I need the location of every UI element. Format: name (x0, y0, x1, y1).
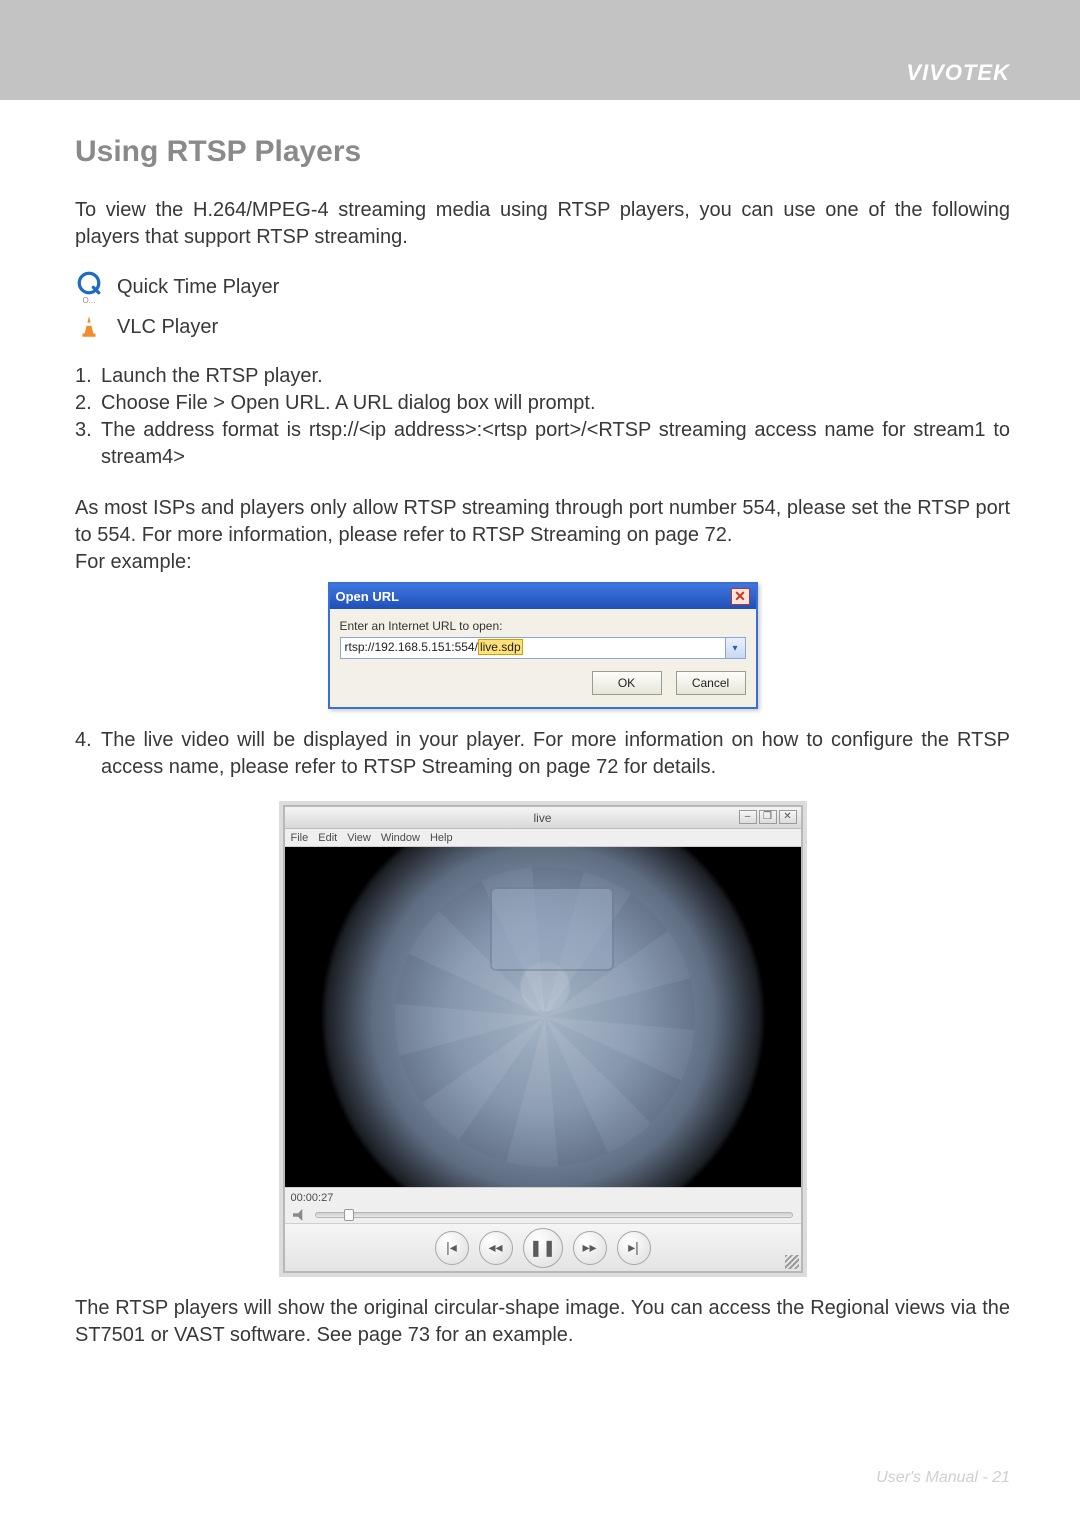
player-window-title: live (533, 811, 551, 825)
window-close-button[interactable]: ✕ (779, 810, 797, 824)
url-value-prefix: rtsp://192.168.5.151:554/ (345, 640, 478, 654)
resize-grip-icon[interactable] (785, 1255, 799, 1269)
for-example-label: For example: (75, 549, 1010, 576)
open-url-dialog-figure: Open URL ✕ Enter an Internet URL to open… (75, 582, 1010, 709)
player-video-area (285, 847, 801, 1187)
dialog-button-row: OK Cancel (340, 671, 746, 695)
page-footer: User's Manual - 21 (876, 1469, 1010, 1487)
steps-list: 1. Launch the RTSP player. 2. Choose Fil… (75, 363, 1010, 471)
menu-window[interactable]: Window (381, 832, 420, 844)
manual-page: VIVOTEK Using RTSP Players To view the H… (0, 0, 1080, 1527)
page-content: Using RTSP Players To view the H.264/MPE… (0, 100, 1080, 1349)
dialog-field-label: Enter an Internet URL to open: (340, 619, 746, 633)
window-minimize-button[interactable]: – (739, 810, 757, 824)
step-1: 1. Launch the RTSP player. (75, 363, 1010, 390)
volume-icon[interactable] (293, 1209, 307, 1221)
skip-forward-button[interactable]: ▸| (617, 1231, 651, 1265)
open-url-dialog: Open URL ✕ Enter an Internet URL to open… (328, 582, 758, 709)
player-seekbar-row (285, 1207, 801, 1223)
dialog-body: Enter an Internet URL to open: rtsp://19… (330, 609, 756, 707)
player-row-quicktime: O... Quick Time Player (75, 269, 1010, 305)
intro-paragraph: To view the H.264/MPEG-4 streaming media… (75, 197, 1010, 251)
quicktime-icon-sub: O... (83, 297, 96, 305)
player-row-vlc: VLC Player (75, 313, 1010, 341)
seek-track[interactable] (315, 1212, 793, 1218)
step-2: 2. Choose File > Open URL. A URL dialog … (75, 390, 1010, 417)
step-4: 4. The live video will be displayed in y… (75, 727, 1010, 781)
menu-view[interactable]: View (347, 832, 371, 844)
cancel-button[interactable]: Cancel (676, 671, 746, 695)
dialog-titlebar: Open URL ✕ (330, 584, 756, 609)
quicktime-icon (75, 269, 103, 297)
play-pause-button[interactable]: ❚❚ (523, 1228, 563, 1268)
window-buttons: – ❐ ✕ (739, 810, 797, 824)
chevron-down-icon[interactable]: ▾ (725, 638, 745, 658)
step-text: The live video will be displayed in your… (101, 727, 1010, 781)
media-player-window: live – ❐ ✕ File Edit View Window Help 00… (283, 805, 803, 1273)
url-combobox[interactable]: rtsp://192.168.5.151:554/live.sdp ▾ (340, 637, 746, 659)
skip-back-button[interactable]: |◂ (435, 1231, 469, 1265)
seek-thumb[interactable] (344, 1209, 354, 1221)
mid-paragraph: As most ISPs and players only allow RTSP… (75, 495, 1010, 549)
url-value: rtsp://192.168.5.151:554/live.sdp (341, 638, 725, 658)
brand-name: VIVOTEK (906, 60, 1010, 86)
ok-button[interactable]: OK (592, 671, 662, 695)
player-label-vlc: VLC Player (117, 314, 218, 341)
step-number: 4. (75, 727, 101, 781)
section-heading: Using RTSP Players (75, 135, 1010, 169)
page-header-band: VIVOTEK (0, 0, 1080, 100)
player-timecode: 00:00:27 (291, 1192, 334, 1204)
step-3: 3. The address format is rtsp://<ip addr… (75, 417, 1010, 471)
player-controls: |◂ ◂◂ ❚❚ ▸▸ ▸| (285, 1223, 801, 1271)
url-value-highlight: live.sdp (478, 639, 523, 655)
menu-help[interactable]: Help (430, 832, 453, 844)
player-statusbar: 00:00:27 (285, 1187, 801, 1207)
window-maximize-button[interactable]: ❐ (759, 810, 777, 824)
player-titlebar: live – ❐ ✕ (285, 807, 801, 829)
rewind-button[interactable]: ◂◂ (479, 1231, 513, 1265)
step-number: 3. (75, 417, 101, 471)
forward-button[interactable]: ▸▸ (573, 1231, 607, 1265)
steps-list-continued: 4. The live video will be displayed in y… (75, 727, 1010, 781)
menu-edit[interactable]: Edit (318, 832, 337, 844)
dialog-close-button[interactable]: ✕ (731, 588, 750, 605)
step-text: Choose File > Open URL. A URL dialog box… (101, 390, 1010, 417)
vlc-icon (75, 313, 103, 341)
step-number: 2. (75, 390, 101, 417)
player-label-quicktime: Quick Time Player (117, 274, 279, 301)
footer-page-number: 21 (992, 1469, 1010, 1486)
step-number: 1. (75, 363, 101, 390)
player-menubar: File Edit View Window Help (285, 829, 801, 847)
step-text: Launch the RTSP player. (101, 363, 1010, 390)
closing-paragraph: The RTSP players will show the original … (75, 1295, 1010, 1349)
footer-label: User's Manual - (876, 1469, 992, 1486)
menu-file[interactable]: File (291, 832, 309, 844)
player-list: O... Quick Time Player VLC Player (75, 269, 1010, 341)
step-text: The address format is rtsp://<ip address… (101, 417, 1010, 471)
dialog-title: Open URL (336, 589, 400, 604)
